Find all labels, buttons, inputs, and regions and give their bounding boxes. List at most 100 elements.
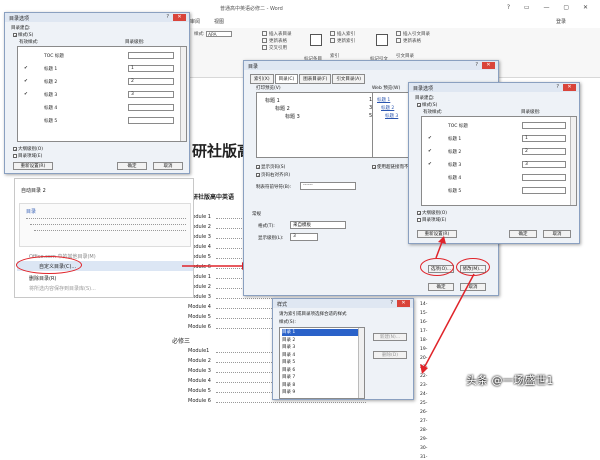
ok-button[interactable]: 确定	[509, 230, 537, 238]
signin-link[interactable]: 登录	[556, 18, 566, 25]
insert-caption-button[interactable]: 插入表目录	[262, 31, 292, 38]
toc-level-input[interactable]: 1	[522, 135, 566, 142]
watermark-text: 头条 @一场盛世1	[466, 374, 554, 387]
delete-style-button[interactable]: 删除(D)	[373, 351, 407, 359]
group-index-label: 索引	[330, 54, 339, 59]
cancel-button[interactable]: 取消	[153, 162, 183, 170]
tab-review[interactable]: 审阅	[190, 18, 200, 28]
insert-index-button[interactable]: 插入索引	[330, 31, 355, 38]
style-list-item[interactable]: 目录 1	[282, 329, 358, 336]
close-button[interactable]: ✕	[173, 14, 186, 21]
tab-figures[interactable]: 图表目录(F)	[299, 74, 332, 84]
style-list-item[interactable]: 目录 3	[282, 344, 358, 351]
refresh-icon	[330, 38, 335, 43]
update-toa-button[interactable]: 更新表格	[396, 38, 430, 45]
ok-button[interactable]: 确定	[117, 162, 147, 170]
toc-level-input[interactable]: 3	[128, 91, 174, 98]
tab-view[interactable]: 视图	[214, 18, 224, 28]
fields-checkbox[interactable]: 目录项域(E)	[417, 217, 446, 223]
formats-select[interactable]: 来自模板	[290, 221, 346, 229]
style-select[interactable]: APA	[205, 31, 232, 38]
row-check-icon: ✔	[428, 136, 432, 141]
dialog-title-bar: 目录选项 ? ✕	[5, 13, 189, 22]
insert-toa-button[interactable]: 插入引文目录	[396, 31, 430, 38]
highlight-custom-toc	[16, 256, 82, 274]
scrollbar[interactable]	[180, 47, 186, 141]
mark-entry-icon[interactable]	[310, 34, 322, 46]
styles-checkbox[interactable]: ✓样式(S)	[13, 32, 33, 38]
reset-button[interactable]: 重新设置(R)	[13, 162, 53, 170]
fields-checkbox[interactable]: 目录项域(E)	[13, 153, 42, 159]
row-check-icon: ✔	[428, 149, 432, 154]
tab-authorities[interactable]: 引文目录(A)	[332, 74, 365, 84]
help-icon[interactable]: ?	[166, 14, 169, 20]
toc-level-input[interactable]: 2	[128, 78, 174, 85]
help-icon[interactable]: ?	[556, 84, 559, 90]
menu-save-selection[interactable]: 将所选内容保存到目录库(S)...	[29, 285, 96, 292]
help-icon[interactable]: ?	[390, 300, 393, 306]
group-toa-label: 引文目录	[396, 54, 414, 59]
style-row-name: 标题 5	[448, 189, 462, 194]
style-list[interactable]: 目录 1 目录 2 目录 3 目录 4 目录 5 目录 6 目录 7 目录 8 目录 9	[279, 327, 365, 399]
toc-options-dialog-left: 目录选项 ? ✕ 目录建自: ✓样式(S) 有效样式: 目录级别: TOC 标题…	[4, 12, 190, 174]
outline-checkbox[interactable]: ✓大纲级别(O)	[13, 146, 43, 152]
style-list-item[interactable]: 目录 8	[282, 382, 358, 389]
window-controls[interactable]: ? ▭ — ▢ ✕	[507, 4, 594, 11]
row-check-icon: ✔	[24, 79, 28, 84]
style-list-item[interactable]: 目录 2	[282, 337, 358, 344]
right-align-checkbox[interactable]: ✓页码右对齐(R)	[256, 172, 290, 178]
styles-list[interactable]: TOC 标题 ✔ 标题 1 1 ✔ 标题 2 2 ✔ 标题 3 3 标题 4 标题 5	[17, 46, 187, 142]
style-list-item[interactable]: 目录 7	[282, 374, 358, 381]
page-number: 23-	[420, 383, 428, 388]
close-button[interactable]: ✕	[397, 300, 410, 307]
style-list-item[interactable]: 目录 9	[282, 389, 358, 396]
dialog-title-bar: 样式 ? ✕	[273, 299, 413, 308]
styles-checkbox[interactable]: ✓样式(S)	[417, 102, 437, 108]
show-levels-spinner[interactable]: 3	[290, 233, 318, 241]
update-table-button[interactable]: 更新表格	[262, 38, 292, 45]
style-row-name: 标题 3	[448, 163, 462, 168]
toc-level-input[interactable]	[522, 122, 566, 129]
tab-index[interactable]: 索引(X)	[250, 74, 274, 84]
scrollbar[interactable]	[570, 117, 576, 205]
style-row-name: 标题 3	[44, 93, 58, 98]
style-row-name: TOC 标题	[44, 54, 64, 59]
style-list-item[interactable]: 目录 5	[282, 359, 358, 366]
new-style-button[interactable]: 新建(N)...	[373, 333, 407, 341]
toc-level-input[interactable]: 1	[128, 65, 174, 72]
toc-gallery-preview[interactable]: 目录	[19, 203, 191, 247]
close-button[interactable]: ✕	[563, 84, 576, 91]
update-index-button[interactable]: 更新索引	[330, 38, 355, 45]
toa-icon	[396, 31, 401, 36]
toc-options-dialog-right: 目录选项 ? ✕ 目录建自: ✓样式(S) 有效样式: 目录级别: TOC 标题…	[408, 82, 580, 244]
cancel-button[interactable]: 取消	[543, 230, 571, 238]
close-button[interactable]: ✕	[482, 62, 495, 69]
link-icon	[262, 45, 267, 50]
module-entry: Module 3	[188, 368, 211, 374]
help-icon[interactable]: ?	[475, 62, 478, 68]
row-check-icon: ✔	[24, 92, 28, 97]
mark-citation-icon[interactable]	[376, 34, 388, 46]
index-icon	[330, 31, 335, 36]
cross-reference-button[interactable]: 交叉引用	[262, 45, 292, 52]
style-list-item[interactable]: 目录 6	[282, 367, 358, 374]
toc-level-input[interactable]	[522, 174, 566, 181]
toc-level-input[interactable]: 3	[522, 161, 566, 168]
toc-level-input[interactable]	[128, 52, 174, 59]
toc-level-input[interactable]: 2	[522, 148, 566, 155]
style-row-name: 标题 4	[44, 106, 58, 111]
leader-line	[216, 402, 366, 403]
page-number: 25-	[420, 401, 428, 406]
styles-list[interactable]: TOC 标题 ✔ 标题 1 1 ✔ 标题 2 2 ✔ 标题 3 3 标题 4 标题 5	[421, 116, 577, 206]
show-pages-checkbox[interactable]: ✓显示页码(S)	[256, 164, 285, 170]
style-list-item[interactable]: 目录 4	[282, 352, 358, 359]
tab-toc[interactable]: 目录(C)	[274, 74, 299, 84]
toc-level-input[interactable]	[128, 117, 174, 124]
outline-checkbox[interactable]: ✓大纲级别(O)	[417, 210, 447, 216]
module-entry: Module 6	[188, 324, 211, 330]
tab-leader-select[interactable]: ------	[300, 182, 356, 190]
scrollbar[interactable]	[358, 328, 364, 398]
toc-level-input[interactable]	[128, 104, 174, 111]
menu-remove-toc[interactable]: 删除目录(R)	[29, 275, 56, 282]
toc-level-input[interactable]	[522, 187, 566, 194]
